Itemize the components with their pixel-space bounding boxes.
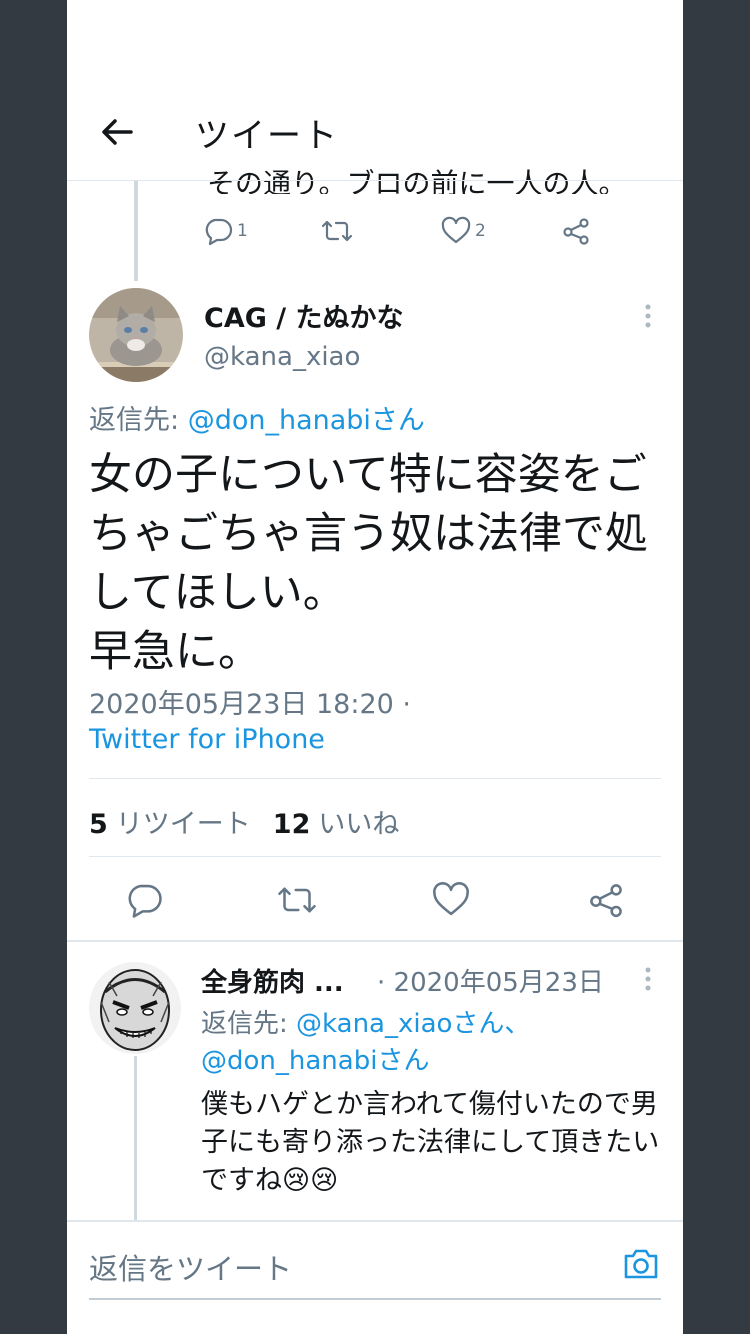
reply-icon — [205, 218, 233, 246]
tweet-timestamp[interactable]: 2020年05月23日 18:20 · — [89, 682, 411, 721]
prev-retweet-button[interactable] — [321, 216, 353, 246]
reply-date: · 2020年05月23日 — [377, 968, 604, 998]
prev-like-count: 2 — [475, 221, 486, 241]
prev-share-button[interactable] — [561, 216, 591, 246]
tweet-detail-screen: ツイート その通り。ブロの前に一人の人。 1 2 CAG / たぬかな @kan… — [67, 0, 683, 1334]
avatar-cat[interactable] — [89, 288, 183, 382]
tweet-stats: 5 リツイート 12 いいね — [89, 802, 399, 841]
reply-reply-to-line: 返信先: @kana_xiaoさん、 @don_hanabiさん — [201, 1006, 530, 1080]
reply-thread-line — [134, 1056, 137, 1221]
stats-bottom-divider — [89, 856, 661, 857]
reply-icon — [128, 884, 162, 918]
header-divider — [67, 180, 683, 181]
share-icon — [563, 218, 589, 245]
heart-icon — [441, 216, 471, 244]
like-button[interactable] — [432, 881, 470, 923]
prev-reply-count: 1 — [237, 221, 248, 241]
avatar-reply-user[interactable] — [89, 962, 181, 1054]
prev-like-button[interactable]: 2 — [441, 216, 486, 246]
reply-reply-to-label: 返信先: — [201, 1009, 297, 1039]
reply-body: 僕もハゲとか言われて傷付いたので男子にも寄り添った法律にして頂きたいですね😢😢 — [201, 1089, 660, 1196]
like-count[interactable]: 12 — [273, 809, 311, 840]
share-icon — [590, 884, 622, 918]
tweet-source-link[interactable]: Twitter for iPhone — [89, 724, 325, 755]
reply-to-line: 返信先: @don_hanabiさん — [89, 398, 425, 437]
tweet-text-line: してほしい。 — [89, 568, 346, 618]
reply-more-options-icon[interactable] — [643, 966, 653, 996]
reply-author-name[interactable]: 全身筋肉 ... — [201, 962, 344, 999]
retweet-icon — [278, 887, 316, 913]
tweet-body: 女の子について特に容姿をご ちゃごちゃ言う奴は法律で処 してほしい。 早急に。 — [89, 446, 669, 682]
reply-compose-input[interactable]: 返信をツイート — [89, 1246, 292, 1288]
compose-underline — [89, 1298, 661, 1300]
prev-reply-button[interactable]: 1 — [203, 216, 248, 246]
retweet-button[interactable] — [277, 881, 317, 923]
retweet-label[interactable]: リツイート — [116, 802, 251, 841]
like-label[interactable]: いいね — [318, 802, 399, 841]
section-divider — [67, 940, 683, 942]
share-button[interactable] — [587, 881, 625, 923]
heart-icon — [433, 882, 469, 916]
compose-divider — [67, 1220, 683, 1222]
retweet-count[interactable]: 5 — [89, 809, 108, 840]
more-options-icon[interactable] — [643, 302, 653, 334]
author-name[interactable]: CAG / たぬかな — [204, 296, 404, 335]
back-arrow-icon[interactable] — [97, 112, 137, 152]
reply-to-label: 返信先: — [89, 405, 188, 436]
reply-to-user-link-1[interactable]: @kana_xiaoさん、 — [296, 1009, 530, 1039]
reply-to-user-link[interactable]: @don_hanabiさん — [188, 405, 425, 436]
retweet-icon — [321, 220, 353, 242]
stats-top-divider — [89, 778, 661, 779]
camera-icon[interactable] — [621, 1244, 661, 1288]
reply-to-user-link-2[interactable]: @don_hanabiさん — [201, 1046, 429, 1076]
tweet-text-line: 早急に。 — [89, 627, 261, 677]
tweet-text-line: ちゃごちゃ言う奴は法律で処 — [89, 509, 648, 559]
author-handle[interactable]: @kana_xiao — [204, 342, 360, 372]
page-title: ツイート — [195, 116, 339, 156]
thread-line — [134, 181, 138, 281]
reply-button[interactable] — [125, 881, 163, 923]
tweet-text-line: 女の子について特に容姿をご — [89, 450, 647, 500]
